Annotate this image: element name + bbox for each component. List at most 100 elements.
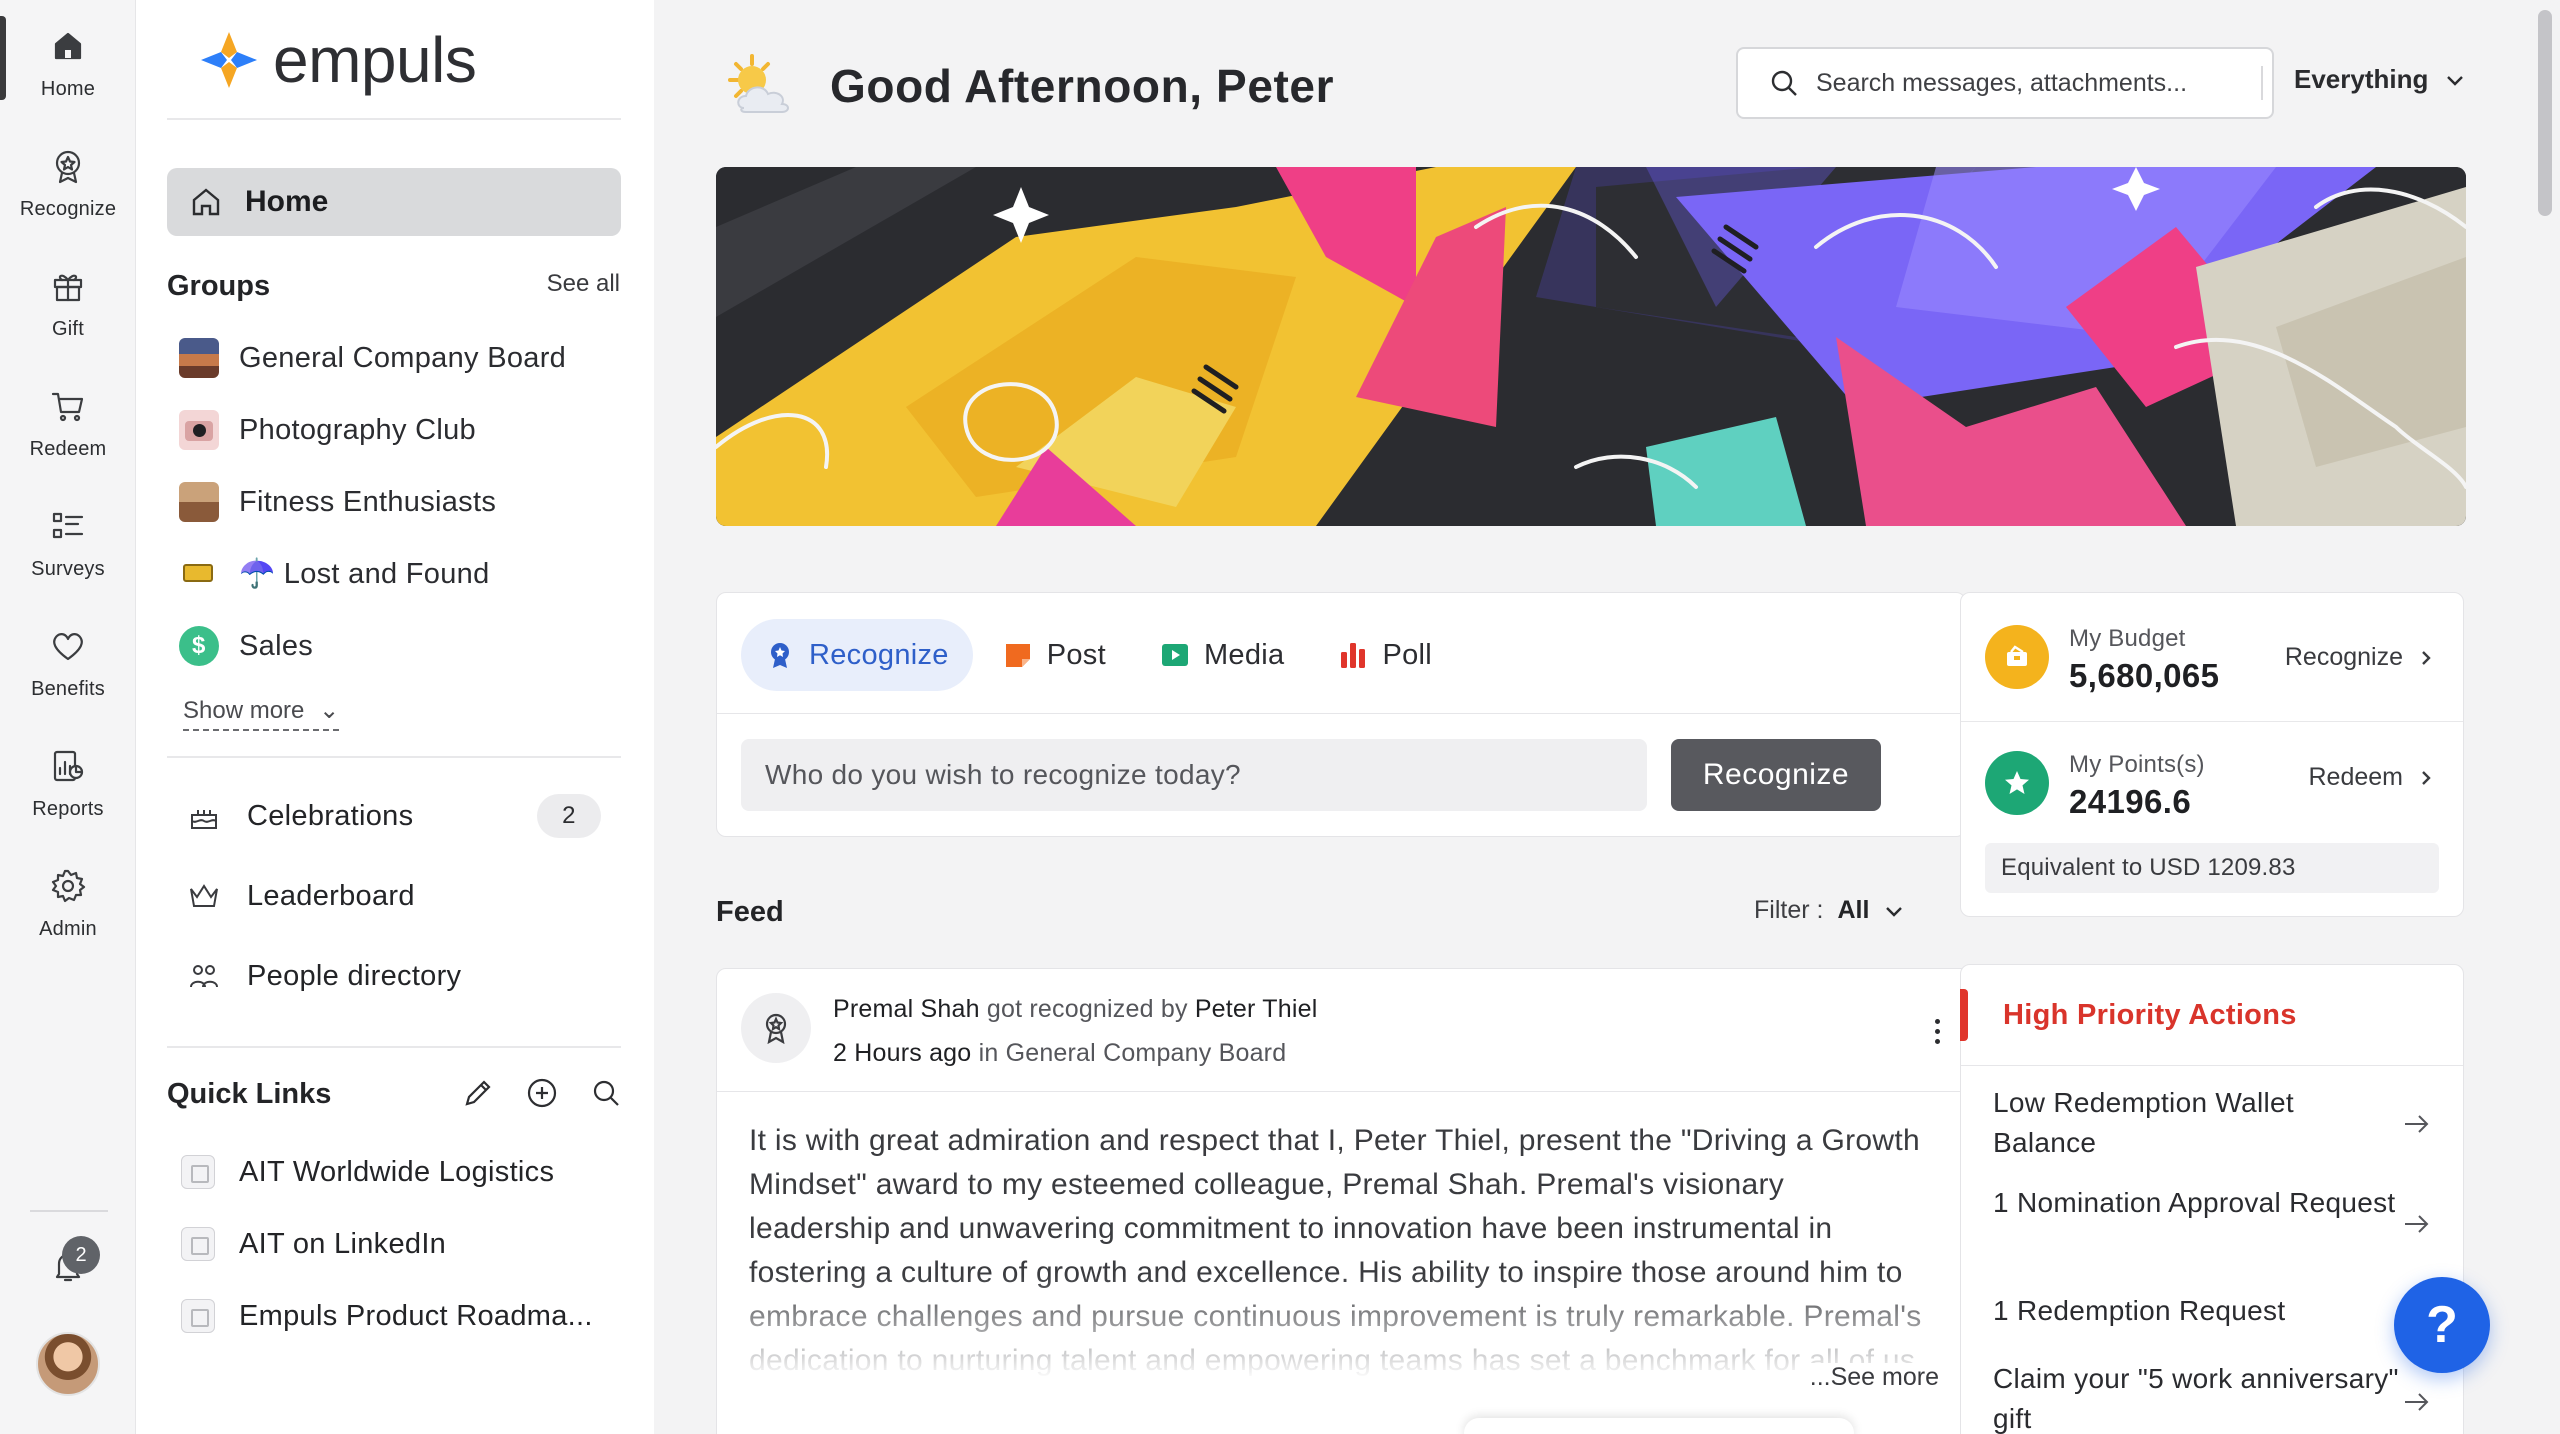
quick-link-ait-on-linkedin[interactable]: AIT on LinkedIn — [181, 1218, 446, 1270]
gift-icon — [53, 274, 83, 302]
feed-heading: Feed — [716, 896, 784, 928]
search-placeholder: Search messages, attachments... — [1816, 68, 2188, 97]
quick-link-empuls-roadmap[interactable]: Empuls Product Roadma... — [181, 1290, 593, 1342]
tab-post[interactable]: Post — [979, 619, 1130, 691]
tab-poll[interactable]: Poll — [1314, 619, 1456, 691]
celebrations-count-badge: 2 — [537, 794, 601, 838]
recognize-input[interactable]: Who do you wish to recognize today? — [741, 739, 1647, 811]
link-thumbnail-icon — [181, 1227, 215, 1261]
composer-tabs: Recognize Post Media Poll — [741, 619, 1462, 691]
group-item-lost-and-found[interactable]: ☂️ Lost and Found — [179, 548, 490, 600]
quick-link-ait-worldwide-logistics[interactable]: AIT Worldwide Logistics — [181, 1146, 554, 1198]
rail-item-surveys[interactable]: Surveys — [0, 506, 136, 606]
tab-recognize[interactable]: Recognize — [741, 619, 973, 691]
rail-label: Gift — [52, 318, 84, 340]
rail-item-reports[interactable]: Reports — [0, 746, 136, 846]
empuls-logo-mark — [201, 32, 257, 88]
post-see-more-link[interactable]: ...See more — [1801, 1363, 1939, 1392]
sidebar-item-leaderboard[interactable]: Leaderboard — [187, 866, 617, 926]
home-icon — [54, 32, 82, 60]
post-group-link[interactable]: General Company Board — [1006, 1039, 1287, 1067]
recognition-badge-avatar — [741, 993, 811, 1063]
empuls-logo[interactable]: empuls — [197, 20, 477, 100]
search-icon[interactable] — [589, 1076, 623, 1110]
main-content: Good Afternoon, Peter Search messages, a… — [654, 0, 2560, 1434]
priority-action-item[interactable]: Low Redemption Wallet Balance — [1993, 1083, 2403, 1163]
post-divider — [717, 1091, 1969, 1092]
budget-value: 5,680,065 — [2069, 657, 2220, 694]
group-item-sales[interactable]: $ Sales — [179, 620, 313, 672]
edit-pencil-icon[interactable] — [461, 1076, 495, 1110]
quick-link-label: Empuls Product Roadma... — [239, 1299, 593, 1332]
priority-action-item[interactable]: 1 Nomination Approval Request — [1993, 1183, 2403, 1223]
media-play-icon — [1161, 644, 1188, 666]
sidebar-divider — [167, 756, 621, 758]
arrow-right-icon[interactable] — [2399, 1207, 2433, 1241]
groups-see-all-link[interactable]: See all — [547, 270, 620, 298]
sidebar-item-celebrations[interactable]: Celebrations 2 — [187, 786, 617, 846]
post-time: 2 Hours ago — [833, 1039, 972, 1067]
group-label: ☂️ Lost and Found — [239, 558, 490, 590]
feed-filter-dropdown[interactable]: Filter : All — [1754, 896, 1907, 925]
scrollbar-thumb[interactable] — [2538, 10, 2552, 216]
search-scope-value: Everything — [2294, 64, 2429, 94]
cart-icon — [51, 392, 84, 422]
priority-accent-bar — [1960, 989, 1968, 1041]
recognize-icon — [55, 150, 81, 184]
group-label: Sales — [239, 629, 314, 662]
groups-show-more-link[interactable]: Show more ⌄ — [183, 696, 340, 731]
help-button[interactable]: ? — [2394, 1277, 2490, 1373]
header-divider — [2261, 66, 2263, 100]
show-more-label: Show more — [183, 697, 305, 724]
tab-media[interactable]: Media — [1136, 619, 1309, 691]
feed-post: Premal Shah got recognized by Peter Thie… — [716, 968, 1970, 1434]
user-avatar[interactable] — [36, 1332, 100, 1396]
camera-icon — [179, 410, 219, 450]
rail-label: Home — [40, 78, 96, 100]
hpa-divider — [1961, 1065, 2463, 1066]
sidebar-item-label: Celebrations — [247, 799, 414, 832]
group-item-photography-club[interactable]: Photography Club — [179, 404, 476, 456]
rail-item-home[interactable]: Home — [0, 26, 136, 126]
add-circle-icon[interactable] — [525, 1076, 559, 1110]
post-more-options-icon[interactable] — [1935, 1019, 1941, 1049]
chevron-right-icon — [2422, 650, 2431, 665]
post-recipient[interactable]: Premal Shah — [833, 995, 980, 1023]
greeting-header: Good Afternoon, Peter — [714, 50, 1334, 122]
budget-card: My Budget 5,680,065 Recognize My Points(… — [1960, 592, 2464, 917]
post-composer: Recognize Post Media Poll Who do you wis… — [716, 592, 1966, 837]
sidebar-item-home[interactable]: Home — [167, 168, 621, 236]
group-item-fitness-enthusiasts[interactable]: Fitness Enthusiasts — [179, 476, 496, 528]
home-outline-icon — [192, 188, 220, 216]
money-bag-icon: $ — [179, 626, 219, 666]
sidebar-divider — [167, 118, 621, 120]
page-scrollbar[interactable] — [2532, 0, 2560, 1434]
post-giver[interactable]: Peter Thiel — [1195, 995, 1318, 1023]
rail-item-recognize[interactable]: Recognize — [0, 146, 136, 246]
rail-item-benefits[interactable]: Benefits — [0, 626, 136, 726]
arrow-right-icon[interactable] — [2399, 1107, 2433, 1141]
priority-action-item[interactable]: 1 Redemption Request — [1993, 1291, 2403, 1331]
search-input[interactable]: Search messages, attachments... — [1736, 47, 2274, 119]
tab-label: Post — [1046, 638, 1106, 671]
group-item-general-company-board[interactable]: General Company Board — [179, 332, 566, 384]
group-thumbnail — [179, 482, 219, 522]
group-label: Photography Club — [239, 413, 476, 446]
sun-cloud-icon — [728, 54, 789, 113]
arrow-right-icon[interactable] — [2399, 1385, 2433, 1419]
greeting-title: Good Afternoon, Peter — [830, 60, 1335, 112]
points-redeem-link[interactable]: Redeem — [2309, 763, 2438, 792]
search-scope-dropdown[interactable]: Everything — [2294, 64, 2468, 95]
group-thumbnail — [179, 338, 219, 378]
filter-value: All — [1837, 896, 1870, 924]
budget-recognize-link[interactable]: Recognize — [2285, 643, 2437, 672]
rail-item-redeem[interactable]: Redeem — [0, 386, 136, 486]
recognize-submit-button[interactable]: Recognize — [1671, 739, 1881, 811]
priority-action-item[interactable]: Claim your "5 work anniversary" gift — [1993, 1359, 2403, 1434]
rail-item-admin[interactable]: Admin — [0, 866, 136, 966]
sidebar-item-people-directory[interactable]: People directory — [187, 946, 617, 1006]
chevron-down-icon — [1886, 906, 1903, 917]
award-ribbon-icon — [765, 1013, 787, 1045]
rail-item-gift[interactable]: Gift — [0, 266, 136, 366]
high-priority-title: High Priority Actions — [2003, 999, 2297, 1031]
